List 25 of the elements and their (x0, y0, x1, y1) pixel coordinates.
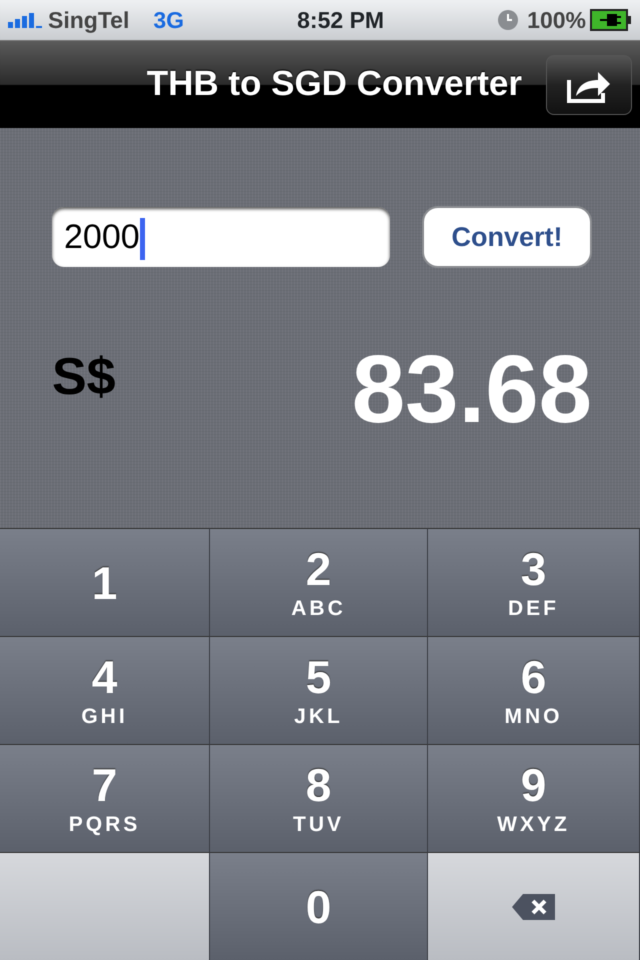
nav-title: THB to SGD Converter (146, 63, 522, 106)
signal-icon (8, 12, 44, 28)
share-button[interactable] (546, 54, 632, 114)
backspace-icon (510, 892, 556, 920)
keypad-key[interactable]: 0 (210, 852, 428, 960)
battery-icon (590, 9, 632, 31)
keypad-key[interactable]: 3 DEF (428, 528, 640, 636)
battery-level: 100% (527, 6, 586, 35)
keypad-key[interactable]: 1 (0, 528, 210, 636)
keypad-key[interactable]: 2 ABC (210, 528, 428, 636)
keypad-key[interactable]: 6 MNO (428, 636, 640, 744)
converted-amount: 83.68 (352, 335, 592, 445)
amount-field[interactable]: 2000 (52, 207, 390, 267)
clock-icon (497, 9, 520, 31)
keypad-key[interactable]: 8 TUV (210, 744, 428, 852)
delete-key[interactable] (428, 852, 640, 960)
keypad-key[interactable]: 5 JKL (210, 636, 428, 744)
keypad-key[interactable]: 9 WXYZ (428, 744, 640, 852)
convert-button[interactable]: Convert! (422, 206, 592, 268)
currency-label: S$ (52, 347, 116, 408)
network-type: 3G (153, 6, 184, 35)
keypad-key[interactable]: 4 GHI (0, 636, 210, 744)
status-time: 8:52 PM (297, 6, 384, 35)
keypad-key[interactable]: 7 PQRS (0, 744, 210, 852)
carrier-name: SingTel (48, 6, 130, 35)
